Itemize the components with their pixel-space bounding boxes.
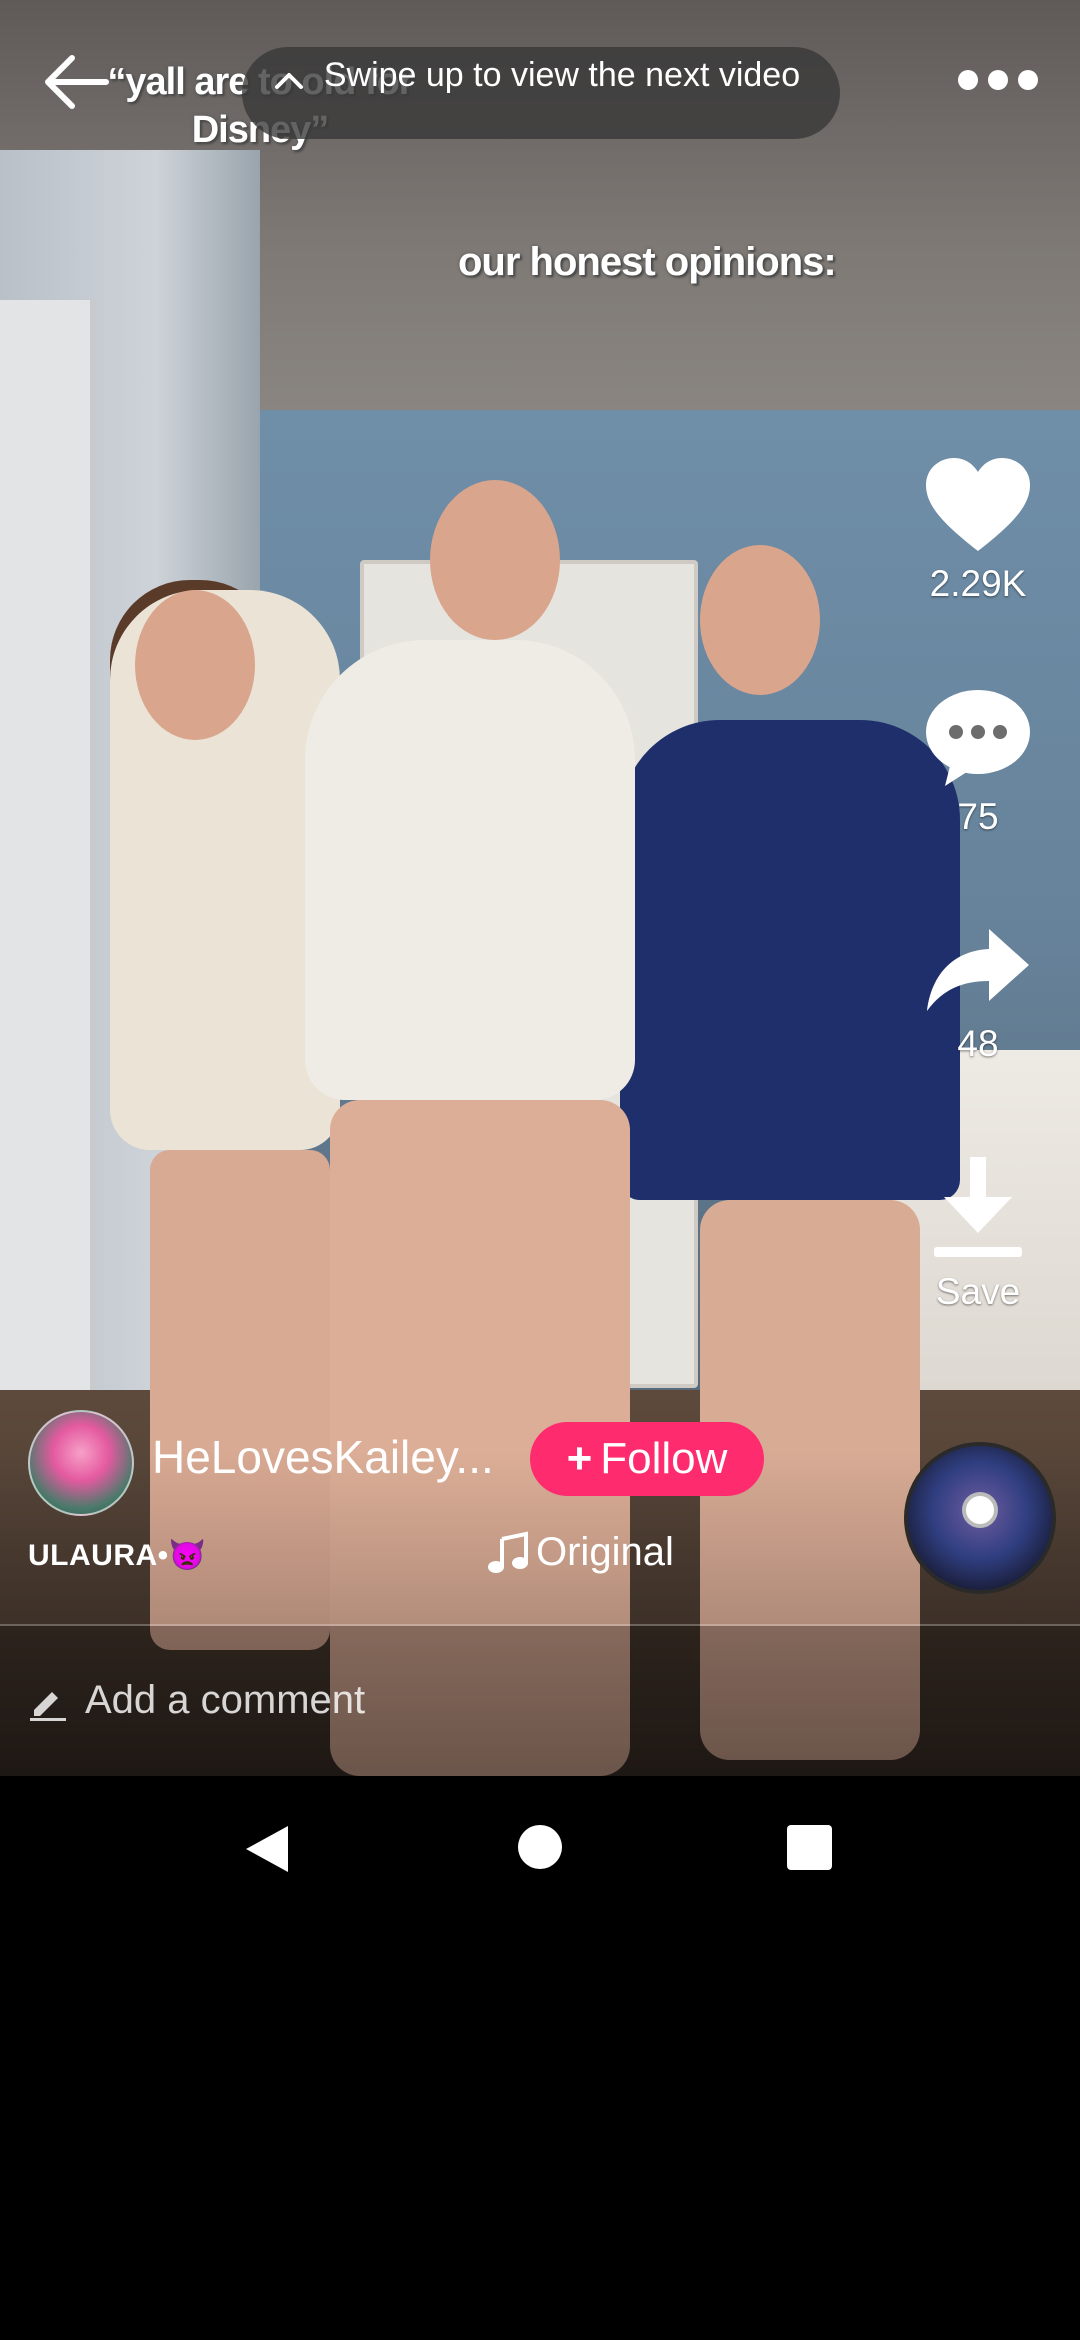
plus-icon: +: [566, 1434, 593, 1483]
nav-back-icon[interactable]: [244, 1824, 290, 1874]
download-icon: [934, 1157, 1022, 1257]
sound-label: Original: [536, 1530, 674, 1574]
share-button[interactable]: 48: [900, 925, 1056, 1065]
pencil-icon: [30, 1692, 66, 1721]
comment-input-placeholder[interactable]: Add a comment: [85, 1678, 365, 1723]
comment-count: 75: [957, 796, 999, 837]
swipe-hint-toast: Swipe up to view the next video: [242, 47, 840, 139]
music-disc-center: [962, 1492, 998, 1528]
more-icon: [1018, 70, 1038, 90]
swipe-hint-text: Swipe up to view the next video: [323, 56, 801, 94]
comment-button[interactable]: 75: [900, 688, 1056, 838]
nav-recent-icon[interactable]: [787, 1825, 832, 1870]
chevron-up-icon: [275, 73, 303, 89]
like-count: 2.29K: [929, 563, 1027, 604]
more-icon: [988, 70, 1008, 90]
back-button[interactable]: [40, 50, 112, 114]
sound-link[interactable]: Original: [486, 1530, 674, 1575]
video-figure-head: [135, 590, 255, 740]
music-note-icon: [488, 1531, 528, 1573]
video-figure-head: [700, 545, 820, 695]
more-options-button[interactable]: [958, 66, 1038, 94]
save-button[interactable]: Save: [900, 1153, 1056, 1313]
author-username[interactable]: HeLovesKailey...: [152, 1430, 494, 1484]
author-handle: ULAURA•👿: [28, 1539, 207, 1572]
back-arrow-icon: [45, 55, 109, 109]
video-caption-subtitle: our honest opinions:: [458, 240, 837, 284]
music-disc-button[interactable]: [904, 1442, 1056, 1594]
share-count: 48: [957, 1023, 999, 1064]
heart-icon: [926, 458, 1030, 551]
video-figure-head: [430, 480, 560, 640]
video-figure-center: [305, 640, 635, 1100]
nav-home-icon[interactable]: [518, 1825, 562, 1869]
share-arrow-icon: [927, 929, 1029, 1011]
follow-button[interactable]: + Follow: [530, 1422, 764, 1496]
save-label: Save: [935, 1271, 1021, 1312]
comment-bubble-icon: [926, 690, 1030, 786]
more-icon: [958, 70, 978, 90]
author-avatar[interactable]: [28, 1410, 134, 1516]
like-button[interactable]: 2.29K: [900, 455, 1056, 605]
follow-label: Follow: [600, 1434, 728, 1483]
